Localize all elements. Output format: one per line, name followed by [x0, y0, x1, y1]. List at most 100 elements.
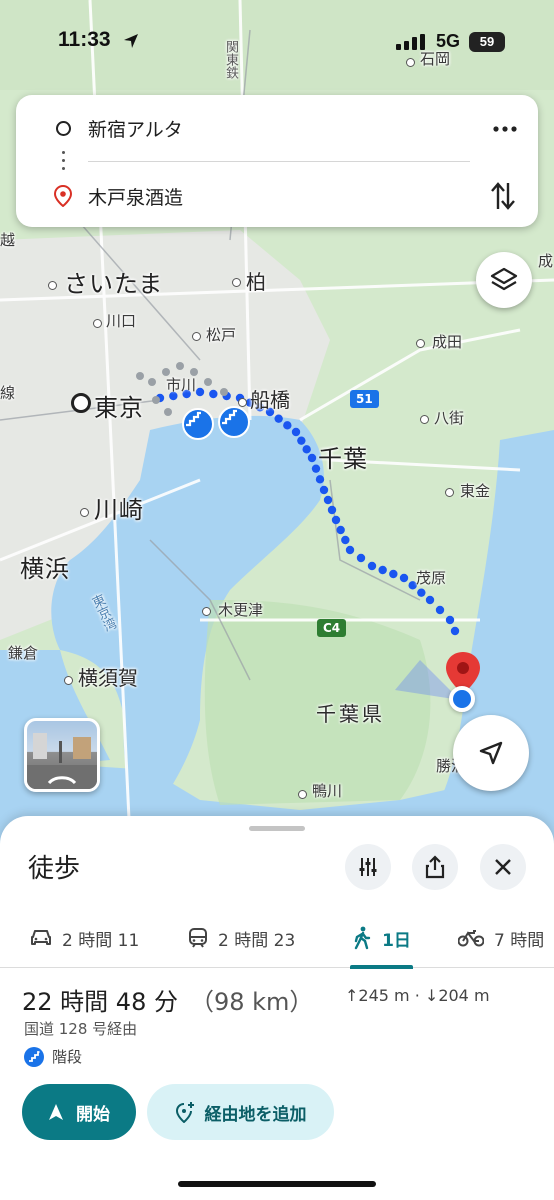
route-dot — [367, 561, 377, 571]
signal-icon — [396, 34, 426, 54]
map-label-kamakura: 鎌倉 — [8, 644, 39, 662]
current-location-dot — [449, 686, 475, 712]
tab-walking-label: 1日 — [382, 930, 411, 951]
map-label-narita: 成田 — [432, 333, 463, 351]
city-dot — [48, 281, 57, 290]
route-dot — [323, 495, 333, 505]
more-options-icon[interactable] — [490, 117, 520, 141]
route-dot — [319, 485, 329, 495]
route-dot — [399, 573, 409, 583]
origin-circle-icon — [56, 121, 71, 136]
route-dot — [435, 605, 445, 615]
car-icon — [31, 930, 51, 945]
route-dot — [307, 453, 317, 463]
city-dot — [202, 607, 211, 616]
stairs-label: 階段 — [52, 1048, 83, 1066]
route-dot — [195, 387, 205, 397]
share-button[interactable] — [412, 844, 458, 890]
elevation-info: ↑245 m · ↓204 m — [345, 986, 490, 1005]
map-label-tokyo: 東京 — [94, 394, 144, 422]
route-dot — [274, 414, 283, 423]
route-dot — [389, 569, 398, 579]
city-dot — [80, 508, 89, 517]
map-label-saitama: さいたま — [64, 270, 164, 298]
tab-driving-label: 2 時間 11 — [62, 930, 140, 951]
elevation-separator: · — [414, 986, 420, 1005]
add-stop-button[interactable]: 経由地を追加 — [147, 1084, 334, 1140]
map-label-left-edge2: 線 — [0, 384, 16, 402]
street-view-thumbnail[interactable] — [24, 718, 100, 792]
map-label-right-edge: 成 — [538, 252, 554, 270]
city-dot — [406, 58, 415, 67]
stairs-icon — [24, 1046, 44, 1067]
share-icon — [425, 855, 445, 879]
city-dot — [416, 339, 425, 348]
map-label-left-edge: 越 — [0, 231, 16, 249]
route-dot — [297, 436, 306, 445]
battery-icon: 59 — [469, 32, 505, 52]
stairs-marker-icon[interactable] — [218, 406, 250, 438]
city-dot — [93, 319, 102, 328]
location-arrow-icon — [122, 32, 140, 54]
train-icon — [189, 928, 207, 948]
origin-field[interactable]: 新宿アルタ — [88, 115, 183, 142]
tab-transit[interactable]: 2 時間 23 — [188, 908, 295, 968]
route-dot — [315, 475, 325, 484]
layers-icon — [490, 267, 518, 291]
close-icon — [495, 859, 511, 875]
travel-mode-title: 徒歩 — [28, 854, 81, 884]
map-label-funabashi: 船橋 — [250, 388, 290, 412]
map-label-kisarazu: 木更津 — [218, 601, 264, 619]
layers-button[interactable] — [476, 252, 532, 308]
elevation-up: 245 m — [358, 986, 410, 1005]
network-type: 5G — [436, 31, 461, 51]
city-dot — [192, 332, 201, 341]
route-dot — [209, 389, 218, 399]
city-dot — [420, 415, 429, 424]
bicycle-icon — [458, 930, 484, 947]
route-dot — [445, 615, 455, 625]
route-warning-stairs: 階段 — [24, 1046, 82, 1067]
map-label-kamogawa: 鴨川 — [312, 782, 343, 800]
city-dot — [445, 488, 454, 497]
route-dot — [302, 445, 311, 454]
route-dot — [417, 588, 426, 597]
map-label-togane: 東金 — [460, 482, 491, 500]
navigation-arrow-icon — [479, 741, 503, 765]
map-label-yokosuka: 横須賀 — [78, 666, 138, 690]
route-dot — [336, 525, 345, 535]
route-dot — [345, 545, 355, 555]
directions-card: 新宿アルタ 木戸泉酒造 — [16, 95, 538, 227]
route-dot — [291, 427, 301, 437]
status-bar: 11:33 5G 59 — [0, 28, 554, 58]
destination-pin-icon — [53, 184, 73, 211]
route-dot — [450, 626, 460, 636]
swap-direction-icon[interactable] — [488, 179, 518, 213]
tab-driving[interactable]: 2 時間 11 — [30, 908, 139, 968]
map-label-chiba: 千葉 — [318, 445, 368, 473]
origin-marker[interactable] — [71, 393, 91, 413]
map-label-kawaguchi: 川口 — [106, 312, 137, 330]
start-navigation-button[interactable]: 開始 — [22, 1084, 136, 1140]
route-dots-icon — [62, 151, 65, 175]
destination-field[interactable]: 木戸泉酒造 — [88, 183, 183, 210]
sliders-icon — [359, 858, 377, 876]
route-bottom-sheet: 徒歩 2 時間 11 2 時間 23 1日 7 時間 22 時間 48 分 （98… — [0, 816, 554, 1200]
route-dot — [425, 595, 435, 605]
walk-icon — [354, 926, 371, 950]
active-tab-indicator — [350, 965, 413, 969]
route-dot — [331, 515, 341, 525]
add-location-icon — [175, 1102, 194, 1123]
tab-walking[interactable]: 1日 — [350, 908, 413, 969]
tab-cycling[interactable]: 7 時間 — [458, 908, 544, 968]
map-label-chiba-pref: 千葉県 — [316, 702, 385, 726]
close-button[interactable] — [480, 844, 526, 890]
sheet-drag-handle[interactable] — [249, 826, 305, 831]
my-location-button[interactable] — [453, 715, 529, 791]
home-indicator[interactable] — [178, 1181, 376, 1187]
stairs-marker-icon[interactable] — [182, 408, 214, 440]
route-via: 国道 128 号経由 — [24, 1020, 138, 1038]
route-dot — [341, 535, 350, 545]
route-options-button[interactable] — [345, 844, 391, 890]
elevation-down-icon: ↓ — [424, 986, 439, 1005]
